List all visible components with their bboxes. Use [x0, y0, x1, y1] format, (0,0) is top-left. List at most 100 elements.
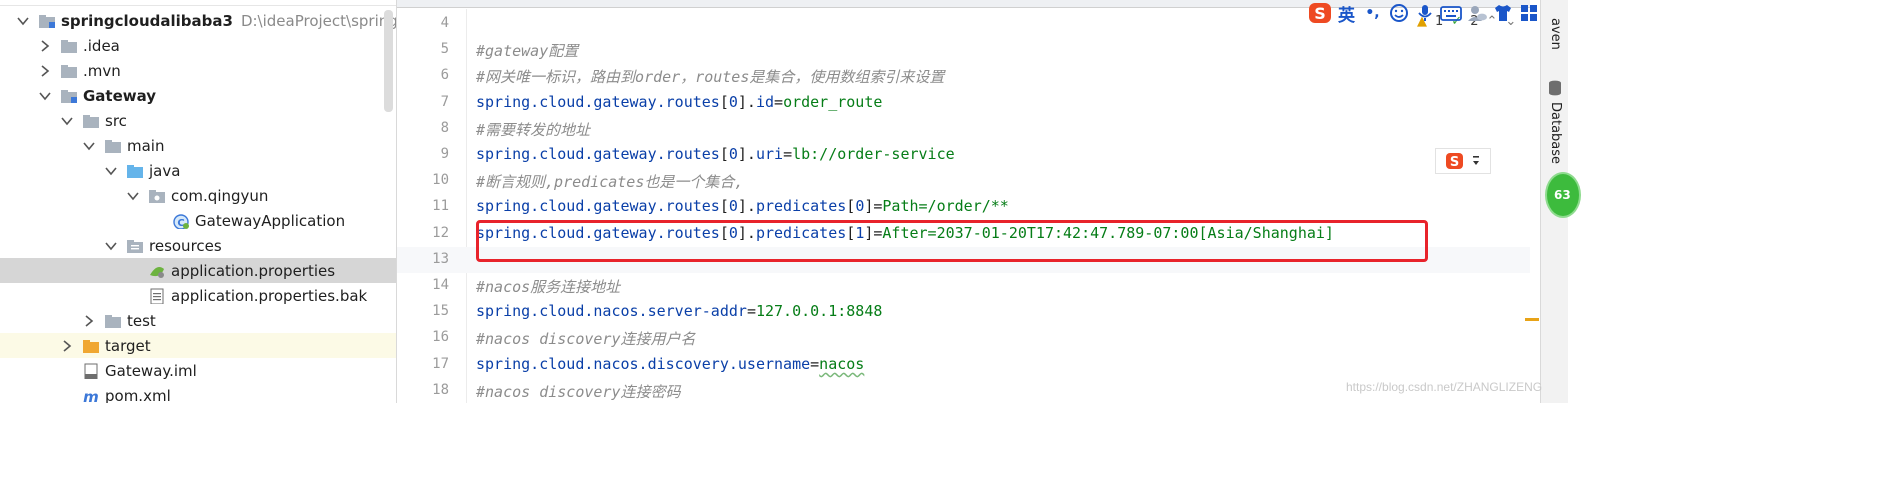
floating-badge[interactable]: 63: [1545, 172, 1581, 218]
code-text: spring.cloud.gateway.routes[0].id=order_…: [476, 93, 882, 111]
spring-properties-icon: [150, 266, 164, 278]
folder-icon: [105, 314, 121, 328]
line-number: 12: [432, 225, 449, 241]
ime-inline-widget[interactable]: S: [1435, 148, 1491, 174]
code-comment: #断言规则,predicates也是一个集合,: [476, 173, 744, 191]
chevron-down-icon[interactable]: [104, 239, 118, 253]
code-line[interactable]: 17 spring.cloud.nacos.discovery.username=…: [397, 352, 1530, 378]
tree-item-label: resources: [149, 236, 222, 255]
watermark: https://blog.csdn.net/ZHANGLIZENG: [1346, 380, 1543, 394]
code-line[interactable]: 6 #网关唯一标识，路由到order，routes是集合，使用数组索引来设置: [397, 63, 1530, 89]
chevron-right-icon[interactable]: [60, 339, 74, 353]
microphone-icon[interactable]: [1413, 1, 1436, 25]
project-tree-scrollbar[interactable]: [384, 10, 393, 112]
chevron-right-icon[interactable]: [38, 39, 52, 53]
code-line[interactable]: 13: [397, 247, 1530, 273]
property-value: After=2037-01-20T17:42:47.789-07:00[Asia…: [882, 224, 1334, 242]
code-line[interactable]: 11 spring.cloud.gateway.routes[0].predica…: [397, 194, 1530, 220]
code-line[interactable]: 9 spring.cloud.gateway.routes[0].uri=lb:/…: [397, 142, 1530, 168]
tree-item[interactable]: test: [0, 308, 396, 333]
line-number: 11: [432, 198, 449, 214]
tree-item[interactable]: Gateway.iml: [0, 358, 396, 383]
code-line[interactable]: 5 #gateway配置: [397, 37, 1530, 63]
tree-item[interactable]: application.properties: [0, 258, 396, 283]
ime-language-toggle[interactable]: 英: [1335, 1, 1358, 26]
punctuation: =: [774, 93, 784, 111]
tree-item[interactable]: C GatewayApplication: [0, 208, 396, 233]
code-line[interactable]: 15 spring.cloud.nacos.server-addr=127.0.0…: [397, 299, 1530, 325]
ime-toolbar[interactable]: S 英 •,: [1308, 0, 1540, 26]
code-line[interactable]: 8 #需要转发的地址: [397, 116, 1530, 142]
punctuation: [: [846, 224, 856, 242]
toolbox-grid-icon[interactable]: [1517, 1, 1540, 25]
database-tool-tab[interactable]: Database: [1548, 102, 1563, 164]
tree-item[interactable]: application.properties.bak: [0, 283, 396, 308]
property-value: nacos: [819, 355, 865, 373]
tree-item[interactable]: m pom.xml: [0, 383, 396, 404]
tree-item-label: springcloudalibaba3: [61, 11, 233, 30]
line-number: 9: [440, 146, 449, 162]
code-line[interactable]: 14 #nacos服务连接地址: [397, 273, 1530, 299]
code-editor[interactable]: 4 5 #gateway配置 6 #网关唯一标识，路由到order，routes是集合，…: [396, 0, 1530, 403]
line-number: 18: [432, 382, 449, 398]
folder-icon: [105, 139, 121, 153]
code-line[interactable]: 16 #nacos discovery连接用户名: [397, 325, 1530, 351]
svg-text:m: m: [83, 388, 99, 404]
property-key: spring.cloud.gateway.routes: [476, 145, 720, 163]
chevron-down-icon[interactable]: [126, 189, 140, 203]
tree-item[interactable]: resources: [0, 233, 396, 258]
user-cloud-icon[interactable]: [1465, 1, 1488, 25]
punctuation: [: [719, 93, 729, 111]
excluded-folder-icon: [83, 339, 99, 353]
ime-punctuation-toggle[interactable]: •,: [1361, 1, 1384, 25]
code-text: spring.cloud.gateway.routes[0].predicate…: [476, 197, 1009, 215]
property-key: spring.cloud.nacos.server-addr: [476, 302, 747, 320]
tree-item[interactable]: Gateway: [0, 83, 396, 108]
tree-item[interactable]: main: [0, 133, 396, 158]
property-value: order_route: [783, 93, 883, 111]
line-number: 14: [432, 277, 449, 293]
svg-text:S: S: [1450, 155, 1459, 170]
error-stripe-mark[interactable]: [1525, 318, 1539, 321]
tree-item-label: target: [105, 336, 151, 355]
module-folder-icon: [39, 14, 55, 28]
tree-item[interactable]: target: [0, 333, 396, 358]
keyboard-icon[interactable]: [1439, 1, 1462, 25]
code-line[interactable]: 10 #断言规则,predicates也是一个集合,: [397, 168, 1530, 194]
punctuation: =: [783, 145, 793, 163]
code-text: spring.cloud.nacos.server-addr=127.0.0.1…: [476, 302, 882, 320]
chevron-down-icon[interactable]: [82, 139, 96, 153]
folder-icon: [83, 114, 99, 128]
tree-item[interactable]: .idea: [0, 33, 396, 58]
chevron-down-icon[interactable]: [16, 14, 30, 28]
tree-item-label: Gateway.iml: [105, 361, 197, 380]
chevron-right-icon[interactable]: [82, 314, 96, 328]
property-key: spring.cloud.nacos.discovery.username: [476, 355, 811, 373]
ime-menu-icon[interactable]: [1471, 153, 1481, 169]
code-line[interactable]: 7 spring.cloud.gateway.routes[0].id=order…: [397, 90, 1530, 116]
property-key: 0: [728, 145, 738, 163]
tree-item-label: .mvn: [83, 61, 121, 80]
tree-item[interactable]: src: [0, 108, 396, 133]
tree-item-label: src: [105, 111, 127, 130]
tree-item[interactable]: com.qingyun: [0, 183, 396, 208]
tree-item[interactable]: java: [0, 158, 396, 183]
chevron-right-icon[interactable]: [38, 64, 52, 78]
chevron-down-icon[interactable]: [38, 89, 52, 103]
tree-item[interactable]: .mvn: [0, 58, 396, 83]
tree-item-label: application.properties: [171, 261, 336, 280]
line-number: 5: [440, 41, 449, 57]
maven-tool-tab[interactable]: aven: [1548, 18, 1563, 50]
line-number: 8: [440, 120, 449, 136]
chevron-down-icon[interactable]: [60, 114, 74, 128]
skin-shirt-icon[interactable]: [1491, 1, 1514, 25]
project-tool-window: springcloudalibaba3 D:\ideaProject\spring…: [0, 0, 396, 403]
line-number: 10: [432, 172, 449, 188]
package-icon: [149, 189, 165, 203]
sogou-logo-icon[interactable]: S: [1308, 1, 1332, 25]
chevron-down-icon[interactable]: [104, 164, 118, 178]
tree-item[interactable]: springcloudalibaba3 D:\ideaProject\spring…: [0, 8, 396, 33]
emoji-icon[interactable]: [1387, 1, 1410, 25]
code-line[interactable]: 12 spring.cloud.gateway.routes[0].predica…: [397, 221, 1530, 247]
line-number: 6: [440, 67, 449, 83]
